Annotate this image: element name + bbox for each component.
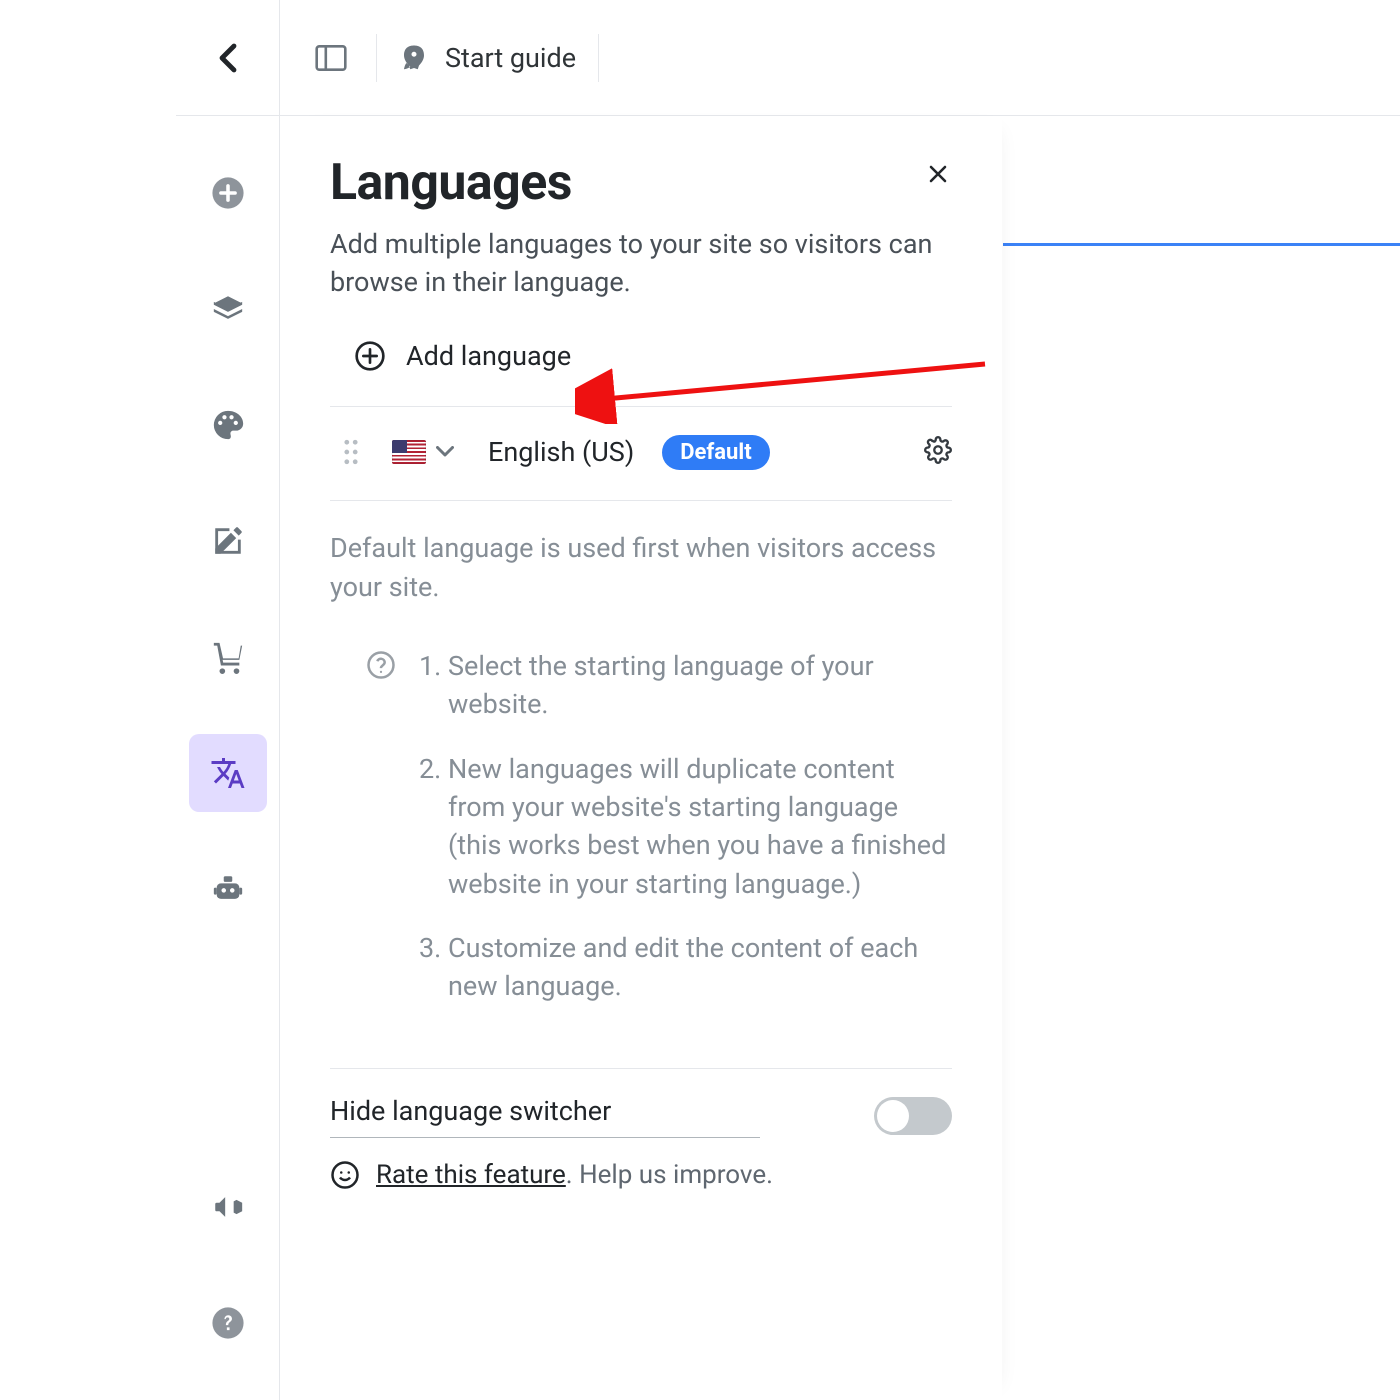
close-button[interactable] [918,154,958,194]
rate-link[interactable]: Rate this feature [376,1160,566,1190]
translate-icon [210,755,246,791]
gear-icon [924,436,952,464]
announce-button[interactable] [189,1168,267,1246]
default-badge: Default [662,435,769,470]
language-name: English (US) [488,436,634,468]
layers-icon [211,292,245,326]
separator [598,34,599,82]
close-icon [926,162,950,186]
add-button[interactable] [189,154,267,232]
cart-icon [211,640,245,674]
panel-icon [315,45,347,71]
start-guide-label: Start guide [445,42,576,74]
step-1: Select the starting language of your web… [448,647,948,724]
panel-subtitle: Add multiple languages to your site so v… [330,226,950,302]
toggle-knob [877,1100,909,1132]
flag-selector[interactable] [392,440,454,464]
back-row [176,0,279,116]
drag-handle[interactable] [342,438,370,466]
step-3: Customize and edit the content of each n… [448,929,948,1006]
robot-icon [211,872,245,906]
help-button[interactable] [189,1284,267,1362]
nav-icons-top [189,116,267,1168]
separator [376,34,377,82]
palette-icon [211,408,245,442]
languages-panel: Languages Add multiple languages to your… [280,116,1002,1400]
flag-us-icon [392,440,426,464]
start-guide-button[interactable]: Start guide [399,42,576,74]
bot-button[interactable] [189,850,267,928]
chevron-down-icon [436,446,454,458]
step-2: New languages will duplicate content fro… [448,750,948,903]
steps-list: Select the starting language of your web… [420,647,948,1032]
language-row: English (US) Default [330,407,952,501]
pencil-square-icon [211,524,245,558]
rate-row: Rate this feature. Help us improve. [330,1160,952,1190]
panel-toggle-button[interactable] [308,35,354,81]
accent-line [1003,243,1400,246]
app-root: Start guide Languages Add multiple langu… [0,0,1400,1400]
sidebar [176,0,280,1400]
help-circle-filled-icon [211,1306,245,1340]
add-language-button[interactable]: Add language [330,302,952,407]
nav-icons-bottom [189,1168,267,1400]
topbar: Start guide [280,0,1400,116]
drag-dots-icon [342,438,360,466]
edit-button[interactable] [189,502,267,580]
back-button[interactable] [205,35,251,81]
hide-switcher-label: Hide language switcher [330,1095,760,1138]
help-circle-icon [366,650,396,680]
hide-switcher-toggle[interactable] [874,1097,952,1135]
rate-tail: . Help us improve. [566,1160,773,1190]
default-hint: Default language is used first when visi… [330,529,952,607]
megaphone-icon [211,1190,245,1224]
chevron-left-icon [218,42,238,74]
smile-icon [330,1160,360,1190]
steps-section: Select the starting language of your web… [366,647,952,1032]
hide-switcher-row: Hide language switcher [330,1069,952,1138]
languages-button[interactable] [189,734,267,812]
layers-button[interactable] [189,270,267,348]
cart-button[interactable] [189,618,267,696]
panel-title: Languages [330,154,952,212]
language-settings-button[interactable] [924,436,952,468]
rocket-icon [399,43,429,73]
add-language-label: Add language [406,340,571,372]
plus-circle-icon [211,176,245,210]
plus-circle-outline-icon [354,340,386,372]
palette-button[interactable] [189,386,267,464]
left-gutter [0,0,176,1400]
